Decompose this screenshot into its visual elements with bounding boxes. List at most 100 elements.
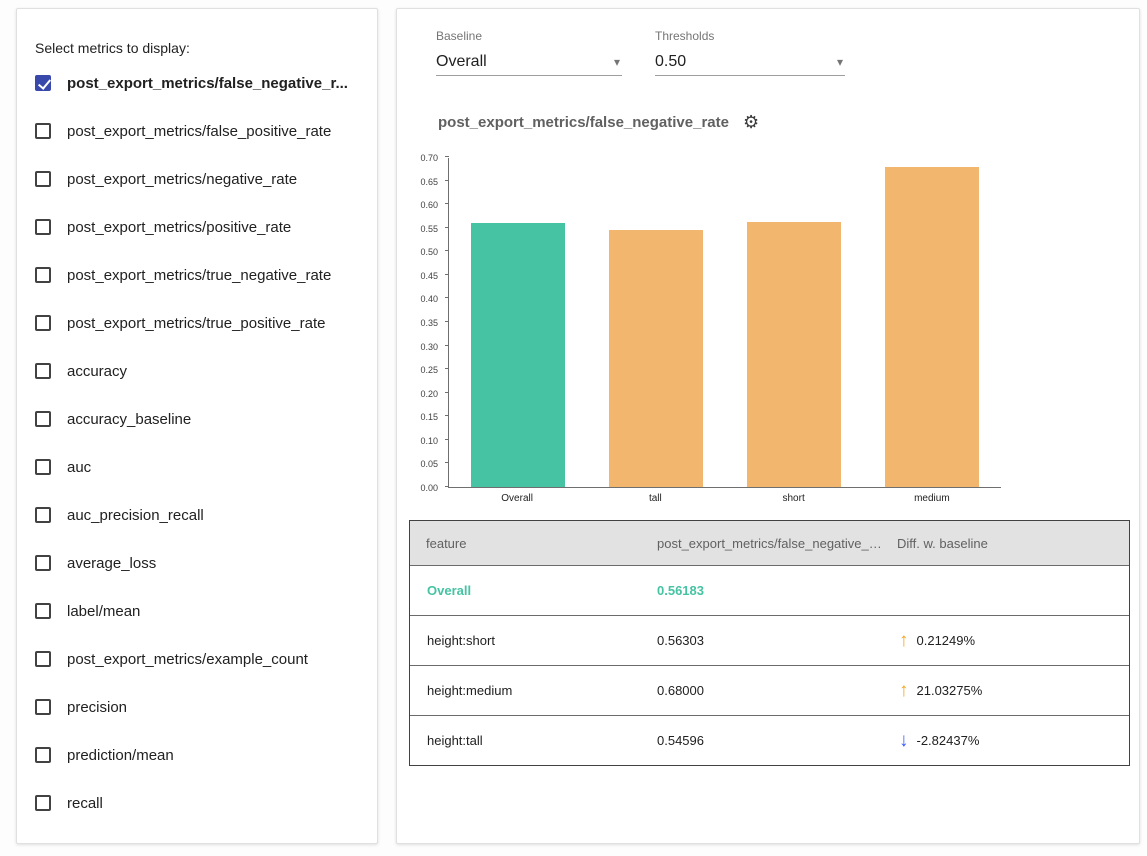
metric-checkbox-item[interactable]: post_export_metrics/true_positive_rate [17, 299, 377, 347]
feature-cell: height:tall [410, 733, 645, 748]
x-axis-label: medium [863, 493, 1001, 504]
bar-Overall[interactable] [471, 223, 565, 487]
metric-label: accuracy_baseline [67, 411, 191, 428]
metric-label: auc [67, 459, 91, 476]
metric-checkbox-item[interactable]: auc_precision_recall [17, 491, 377, 539]
metric-checkbox-item[interactable]: post_export_metrics/false_positive_rate [17, 107, 377, 155]
checkbox-unchecked-icon[interactable] [35, 555, 51, 571]
checkbox-checked-icon[interactable] [35, 75, 51, 91]
metric-label: average_loss [67, 555, 156, 572]
diff-value: -2.82437% [917, 733, 980, 748]
checkbox-unchecked-icon[interactable] [35, 603, 51, 619]
y-tick-label: 0.05 [420, 459, 438, 469]
y-tick-mark [445, 368, 449, 369]
y-tick-label: 0.10 [420, 436, 438, 446]
thresholds-select[interactable]: Thresholds 0.50 ▾ [655, 29, 845, 76]
arrow-up-icon: ↑ [899, 681, 909, 700]
feature-cell: height:short [410, 633, 645, 648]
checkbox-unchecked-icon[interactable] [35, 267, 51, 283]
chart-header: post_export_metrics/false_negative_rate … [438, 113, 759, 131]
thresholds-value: 0.50 [655, 53, 686, 71]
settings-icon[interactable]: ⚙ [743, 113, 759, 131]
chart-title: post_export_metrics/false_negative_rate [438, 114, 729, 131]
metric-checkbox-item[interactable]: post_export_metrics/true_negative_rate [17, 251, 377, 299]
bar-slot [587, 158, 725, 487]
table-header-cell: feature [410, 536, 645, 551]
metric-label: post_export_metrics/true_positive_rate [67, 315, 325, 332]
metric-value-cell: 0.54596 [645, 733, 883, 748]
metric-checkbox-item[interactable]: average_loss [17, 539, 377, 587]
y-tick-mark [445, 203, 449, 204]
metric-label: post_export_metrics/negative_rate [67, 171, 297, 188]
y-tick-mark [445, 321, 449, 322]
diff-cell: ↑0.21249% [883, 631, 1131, 650]
metric-value-cell: 0.68000 [645, 683, 883, 698]
y-tick-mark [445, 180, 449, 181]
baseline-select-box[interactable]: Overall ▾ [436, 48, 622, 76]
checkbox-unchecked-icon[interactable] [35, 459, 51, 475]
metric-checkbox-item[interactable]: post_export_metrics/example_count [17, 635, 377, 683]
checkbox-unchecked-icon[interactable] [35, 171, 51, 187]
metric-label: post_export_metrics/example_count [67, 651, 308, 668]
x-axis-label: tall [586, 493, 724, 504]
checkbox-unchecked-icon[interactable] [35, 411, 51, 427]
x-axis-label: short [725, 493, 863, 504]
bar-tall[interactable] [609, 230, 703, 487]
metric-checkbox-item[interactable]: prediction/mean [17, 731, 377, 779]
bar-slot [725, 158, 863, 487]
diff-value: 0.21249% [917, 633, 976, 648]
y-tick-label: 0.50 [420, 247, 438, 257]
y-tick-label: 0.35 [420, 318, 438, 328]
thresholds-select-box[interactable]: 0.50 ▾ [655, 48, 845, 76]
checkbox-unchecked-icon[interactable] [35, 315, 51, 331]
metric-value-cell: 0.56303 [645, 633, 883, 648]
diff-value: 21.03275% [917, 683, 983, 698]
checkbox-unchecked-icon[interactable] [35, 363, 51, 379]
checkbox-unchecked-icon[interactable] [35, 507, 51, 523]
y-tick-mark [445, 156, 449, 157]
checkbox-unchecked-icon[interactable] [35, 219, 51, 235]
metric-checkbox-item[interactable]: recall [17, 779, 377, 827]
metric-label: precision [67, 699, 127, 716]
checkbox-unchecked-icon[interactable] [35, 795, 51, 811]
table-row: height:medium0.68000↑21.03275% [410, 665, 1129, 715]
metric-checkbox-item[interactable]: precision [17, 683, 377, 731]
arrow-down-icon: ↓ [899, 731, 909, 750]
metric-checkbox-item[interactable]: label/mean [17, 587, 377, 635]
metric-checkbox-item[interactable]: accuracy [17, 347, 377, 395]
y-tick-mark [445, 486, 449, 487]
y-tick-label: 0.15 [420, 412, 438, 422]
y-tick-label: 0.70 [420, 153, 438, 163]
table-row: height:tall0.54596 ↓ -2.82437% [410, 715, 1129, 765]
bar-slot [863, 158, 1001, 487]
metric-label: post_export_metrics/true_negative_rate [67, 267, 331, 284]
y-tick-mark [445, 415, 449, 416]
metric-checkbox-item[interactable]: post_export_metrics/negative_rate [17, 155, 377, 203]
baseline-select[interactable]: Baseline Overall ▾ [436, 29, 622, 76]
metric-label: post_export_metrics/false_positive_rate [67, 123, 331, 140]
bar-short[interactable] [747, 222, 841, 487]
metrics-table: featurepost_export_metrics/false_negativ… [409, 520, 1130, 766]
y-axis: 0.000.050.100.150.200.250.300.350.400.45… [397, 158, 444, 488]
checkbox-unchecked-icon[interactable] [35, 747, 51, 763]
metric-checkbox-item[interactable]: auc [17, 443, 377, 491]
checkbox-unchecked-icon[interactable] [35, 123, 51, 139]
checkbox-unchecked-icon[interactable] [35, 651, 51, 667]
table-row: Overall0.56183 [410, 565, 1129, 615]
chevron-down-icon: ▾ [837, 55, 845, 69]
x-axis-labels: Overalltallshortmedium [448, 493, 1001, 504]
metric-label: prediction/mean [67, 747, 174, 764]
table-header-cell: post_export_metrics/false_negative_rat..… [645, 536, 883, 551]
bar-medium[interactable] [885, 167, 979, 487]
plot-area [448, 158, 1001, 488]
checkbox-unchecked-icon[interactable] [35, 699, 51, 715]
metric-label: accuracy [67, 363, 127, 380]
y-tick-label: 0.55 [420, 224, 438, 234]
bar-slot [449, 158, 587, 487]
y-tick-mark [445, 439, 449, 440]
y-tick-mark [445, 345, 449, 346]
metric-checkbox-item[interactable]: post_export_metrics/false_negative_r... [17, 59, 377, 107]
y-tick-mark [445, 297, 449, 298]
metric-checkbox-item[interactable]: accuracy_baseline [17, 395, 377, 443]
metric-checkbox-item[interactable]: post_export_metrics/positive_rate [17, 203, 377, 251]
